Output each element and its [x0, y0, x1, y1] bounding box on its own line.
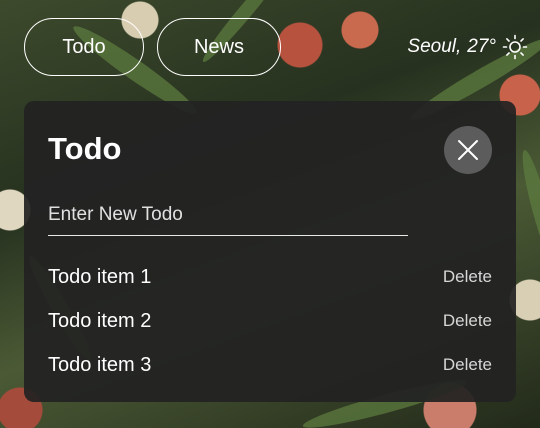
- tab-todo-label: Todo: [62, 35, 106, 58]
- close-icon: [458, 140, 478, 160]
- weather-city: Seoul,: [407, 36, 462, 57]
- new-todo-field: [48, 199, 408, 236]
- weather-temperature: 27°: [467, 36, 496, 57]
- todo-card: Todo Todo item 1 Delete Todo item 2 Dele…: [24, 101, 516, 402]
- todo-list: Todo item 1 Delete Todo item 2 Delete To…: [48, 255, 492, 387]
- new-todo-input[interactable]: [48, 199, 408, 231]
- delete-button[interactable]: Delete: [443, 355, 492, 375]
- list-item: Todo item 1 Delete: [48, 255, 492, 299]
- card-title: Todo: [48, 131, 122, 166]
- todo-item-label: Todo item 2: [48, 309, 152, 332]
- list-item: Todo item 2 Delete: [48, 299, 492, 343]
- tab-news-label: News: [193, 35, 244, 58]
- delete-button[interactable]: Delete: [443, 267, 492, 287]
- todo-item-label: Todo item 3: [48, 353, 152, 376]
- weather-widget: Seoul, 27°: [407, 34, 528, 60]
- tab-news[interactable]: News: [157, 18, 281, 76]
- delete-button[interactable]: Delete: [443, 311, 492, 331]
- list-item: Todo item 3 Delete: [48, 343, 492, 387]
- close-button[interactable]: [444, 126, 492, 174]
- sun-icon: [502, 34, 528, 60]
- tab-todo[interactable]: Todo: [24, 18, 144, 76]
- todo-item-label: Todo item 1: [48, 265, 152, 288]
